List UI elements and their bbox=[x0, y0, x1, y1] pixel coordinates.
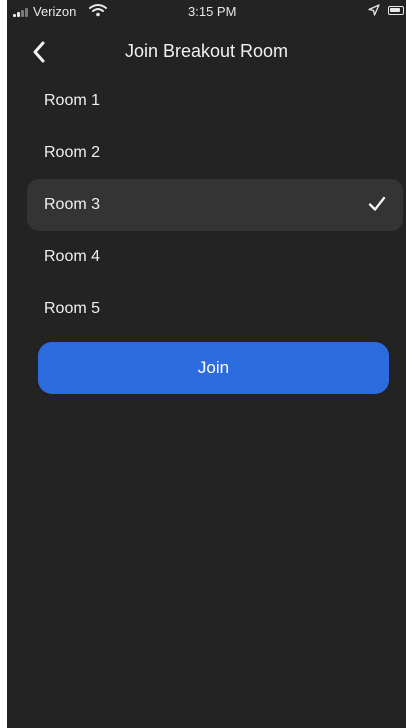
status-bar: Verizon 3:15 PM bbox=[7, 0, 406, 26]
navigation-bar: Join Breakout Room bbox=[7, 32, 406, 72]
status-time: 3:15 PM bbox=[188, 4, 237, 19]
wifi-icon bbox=[89, 4, 107, 17]
room-item-1[interactable]: Room 1 bbox=[27, 75, 403, 127]
app-screen: Verizon 3:15 PM Join Breakout Room Room … bbox=[7, 0, 406, 728]
battery-icon bbox=[388, 6, 404, 15]
checkmark-icon bbox=[368, 196, 386, 211]
page-title: Join Breakout Room bbox=[124, 41, 289, 61]
room-item-3[interactable]: Room 3 bbox=[27, 179, 403, 231]
room-label: Room 4 bbox=[44, 248, 101, 265]
room-item-4[interactable]: Room 4 bbox=[27, 231, 403, 283]
carrier-name: Verizon bbox=[33, 4, 77, 19]
room-label: Room 3 bbox=[44, 196, 101, 213]
room-label: Room 1 bbox=[44, 92, 101, 109]
signal-icon bbox=[13, 8, 28, 17]
room-list: Room 1 Room 2 Room 3 Room 4 Room 5 bbox=[7, 75, 406, 335]
room-item-5[interactable]: Room 5 bbox=[27, 283, 403, 335]
room-label: Room 2 bbox=[44, 144, 101, 161]
location-arrow-icon bbox=[368, 4, 380, 16]
room-label: Room 5 bbox=[44, 300, 101, 317]
join-button[interactable]: Join bbox=[38, 342, 389, 394]
join-button-label: Join bbox=[197, 358, 230, 377]
room-item-2[interactable]: Room 2 bbox=[27, 127, 403, 179]
